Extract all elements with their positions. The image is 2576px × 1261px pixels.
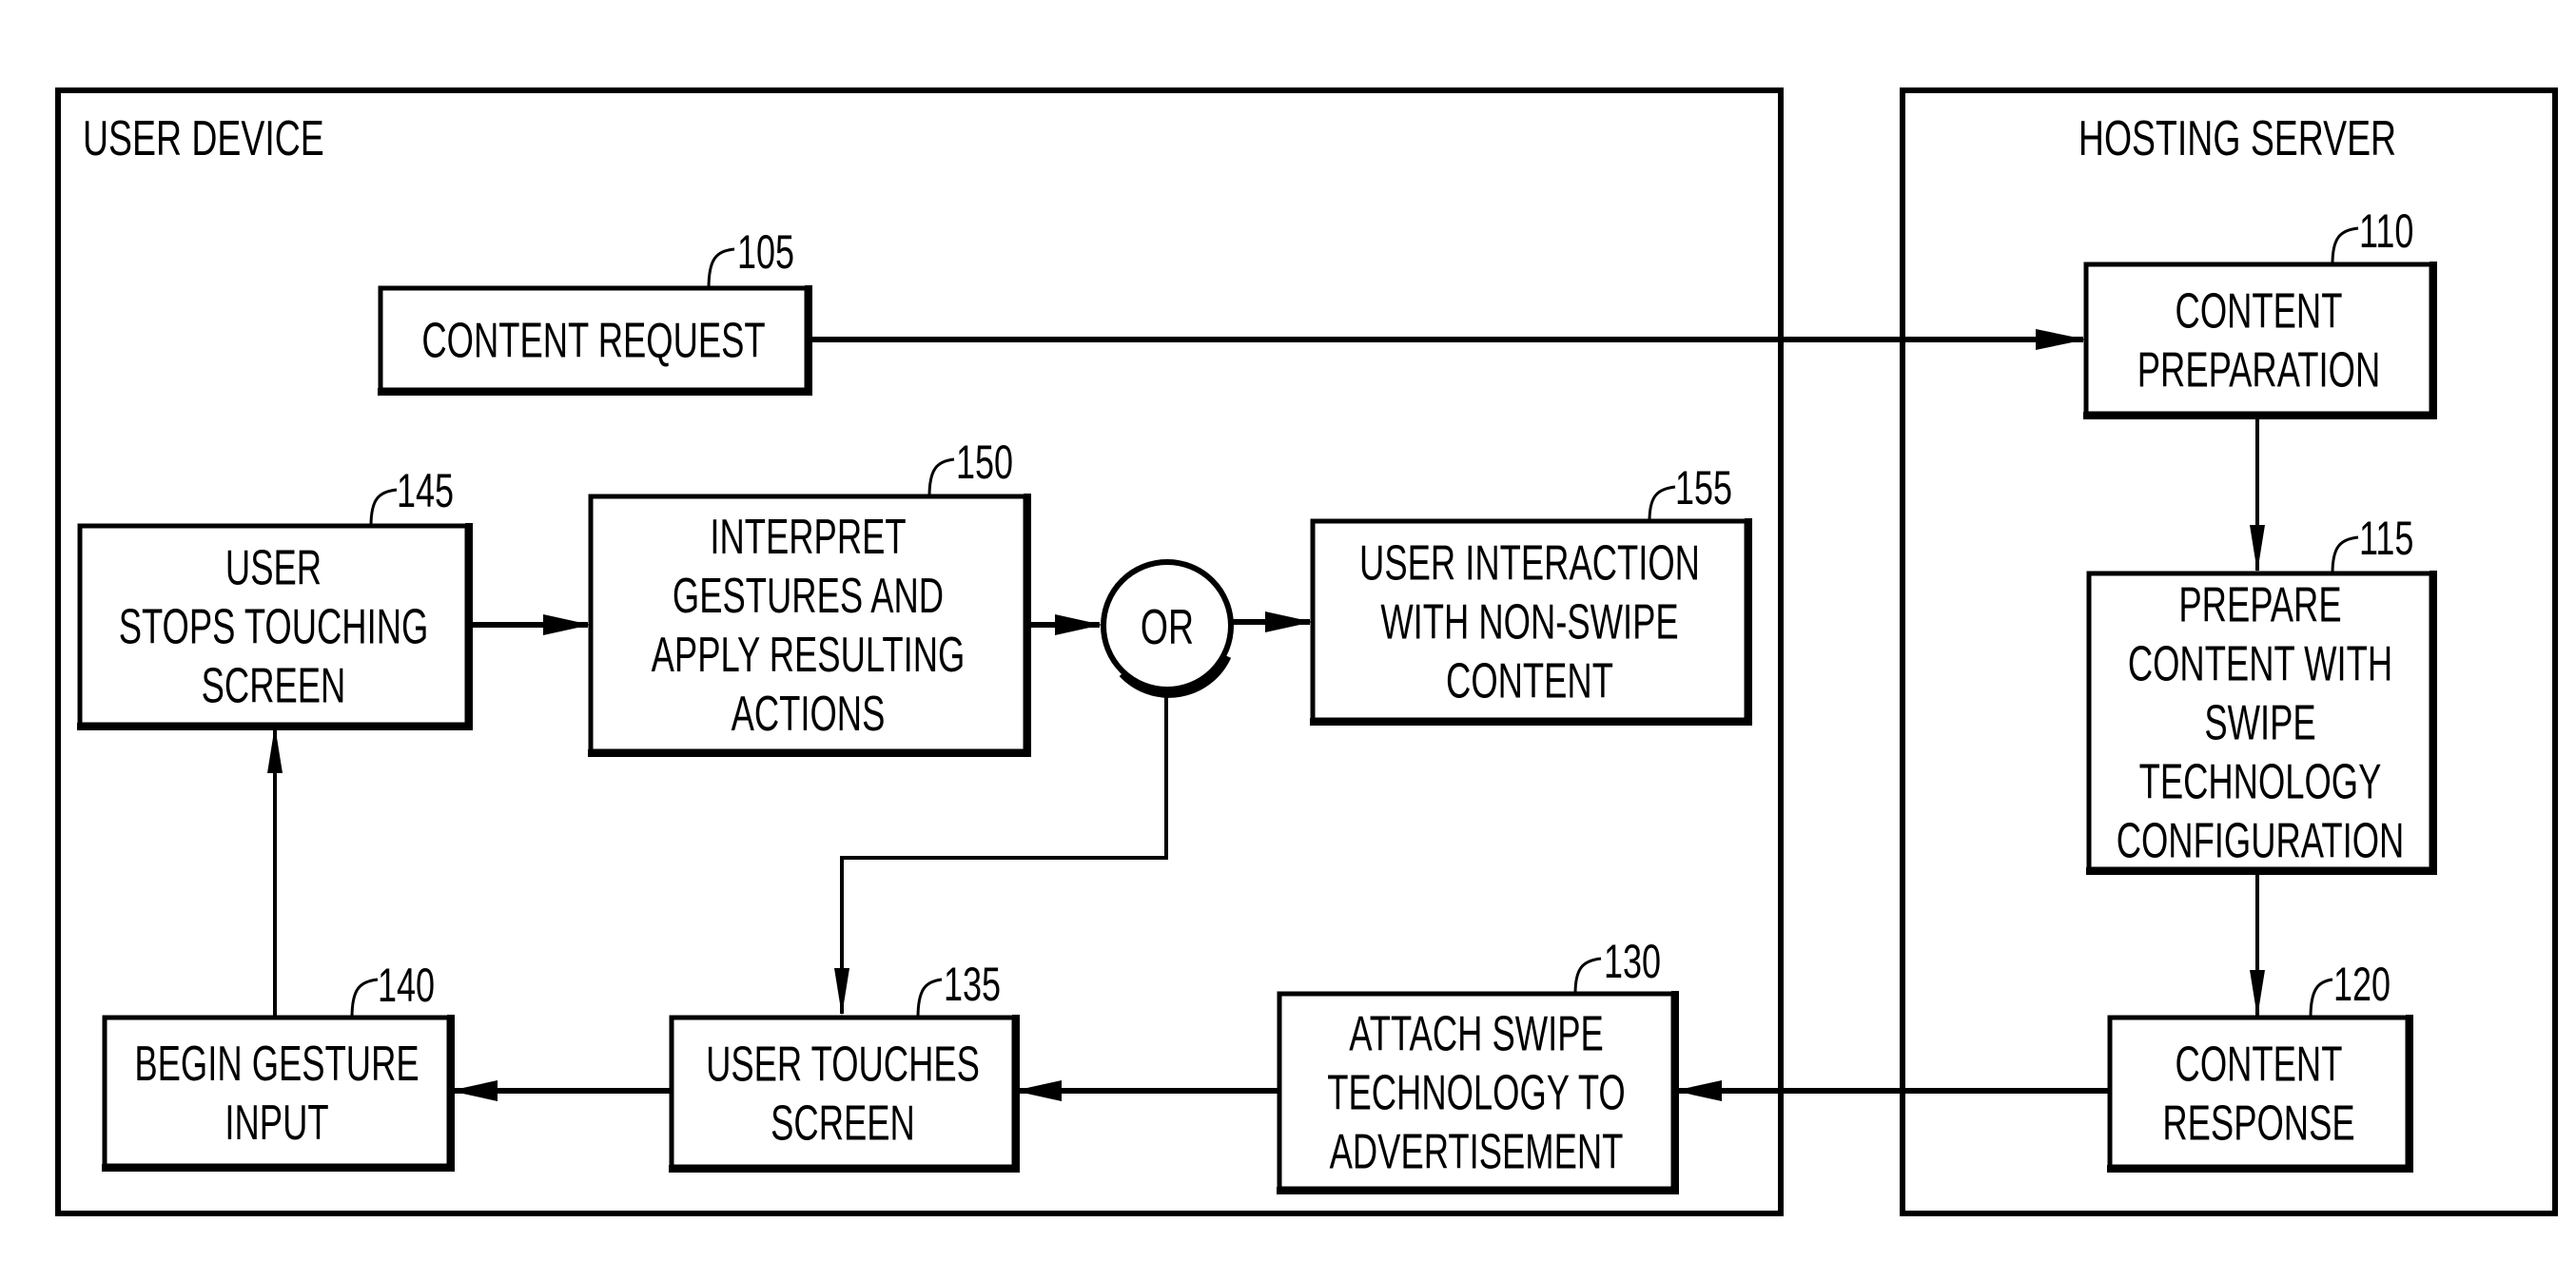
- flowchart-diagram: USER DEVICE HOSTING SERVER CONTENT REQUE…: [55, 87, 2558, 1216]
- process-box-label-line: TECHNOLOGY: [2139, 753, 2382, 809]
- reference-number-120: 120: [2333, 959, 2391, 1011]
- reference-number-135: 135: [944, 959, 1001, 1011]
- region-user-device-title: USER DEVICE: [83, 110, 324, 166]
- process-box-label-line: USER TOUCHES: [706, 1036, 980, 1092]
- process-box-105: CONTENT REQUEST 105: [378, 226, 812, 396]
- process-box-label-line: ACTIONS: [732, 685, 886, 741]
- decision-or: OR: [1101, 559, 1234, 698]
- arrowhead-135-to-140: [450, 1080, 498, 1101]
- process-box-150: INTERPRETGESTURES ANDAPPLY RESULTINGACTI…: [588, 436, 1031, 757]
- reference-number-105: 105: [737, 226, 794, 279]
- process-box-110: CONTENTPREPARATION 110: [2083, 205, 2437, 419]
- process-box-label-line: CONTENT WITH: [2128, 635, 2392, 691]
- process-box-label-line: RESPONSE: [2162, 1095, 2354, 1151]
- reference-number-150: 150: [956, 436, 1013, 489]
- process-box-145: USERSTOPS TOUCHINGSCREEN 145: [77, 465, 473, 730]
- arrowhead-115-to-120: [2250, 970, 2265, 1018]
- process-box-label-line: GESTURES AND: [673, 567, 944, 623]
- arrowhead-105-to-110: [2036, 329, 2086, 350]
- process-nodes: CONTENT REQUEST105CONTENTPREPARATION110P…: [77, 205, 2437, 1194]
- arrowhead-or-to-155: [1265, 611, 1313, 632]
- connectors: [267, 329, 2265, 1101]
- reference-leader-line: [1648, 485, 1676, 522]
- process-box-label-line: CONTENT: [2176, 282, 2343, 339]
- process-box-label-line: WITH NON-SWIPE: [1380, 593, 1678, 650]
- reference-leader-line: [916, 978, 943, 1018]
- reference-number-140: 140: [378, 960, 435, 1012]
- process-box-label-line: CONFIGURATION: [2117, 812, 2405, 868]
- process-box-label-line: INTERPRET: [710, 508, 906, 564]
- or-label: OR: [1141, 599, 1194, 655]
- arrowhead-120-to-130: [1674, 1080, 1722, 1101]
- process-box-label-line: BEGIN GESTURE: [134, 1035, 419, 1091]
- process-box-label-line: ADVERTISEMENT: [1330, 1123, 1624, 1179]
- process-box-label-line: USER: [225, 539, 322, 595]
- reference-leader-line: [350, 978, 379, 1018]
- process-box-label-line: ATTACH SWIPE: [1349, 1005, 1604, 1061]
- reference-leader-line: [2309, 978, 2333, 1018]
- reference-leader-line: [369, 488, 398, 527]
- reference-number-145: 145: [397, 465, 454, 517]
- process-box-label-line: CONTENT: [1446, 652, 1613, 708]
- reference-leader-line: [2331, 535, 2359, 574]
- process-box-label-line: CONTENT REQUEST: [421, 312, 765, 368]
- process-box-label-line: PREPARE: [2178, 576, 2341, 632]
- process-box-label-line: PREPARATION: [2137, 341, 2380, 398]
- arrowhead-130-to-135: [1014, 1080, 1062, 1101]
- arrowhead-110-to-115: [2250, 525, 2265, 572]
- arrowhead-145-to-150: [543, 614, 591, 635]
- reference-number-130: 130: [1604, 936, 1661, 988]
- process-box-115: PREPARECONTENT WITHSWIPETECHNOLOGYCONFIG…: [2086, 513, 2437, 875]
- process-box-155: USER INTERACTIONWITH NON-SWIPECONTENT 155: [1310, 462, 1752, 726]
- process-box-label-line: APPLY RESULTING: [652, 626, 966, 682]
- process-box-label-line: SWIPE: [2204, 694, 2315, 750]
- process-box-label-line: STOPS TOUCHING: [119, 598, 429, 654]
- reference-leader-line: [707, 247, 735, 289]
- reference-number-110: 110: [2359, 205, 2413, 258]
- reference-number-115: 115: [2359, 513, 2413, 565]
- process-box-label-line: CONTENT: [2176, 1036, 2343, 1092]
- process-box-label-line: TECHNOLOGY TO: [1327, 1064, 1625, 1120]
- process-box-label-line: SCREEN: [771, 1095, 915, 1151]
- reference-leader-line: [927, 457, 955, 497]
- reference-leader-line: [2331, 226, 2359, 265]
- process-box-label-line: INPUT: [224, 1094, 328, 1150]
- process-box-label-line: USER INTERACTION: [1359, 534, 1700, 591]
- arrowhead-or-to-135: [834, 968, 849, 1016]
- process-box-130: ATTACH SWIPETECHNOLOGY TOADVERTISEMENT 13…: [1277, 936, 1679, 1194]
- reference-leader-line: [1573, 957, 1602, 995]
- process-box-label-line: SCREEN: [202, 657, 346, 713]
- region-hosting-server-title: HOSTING SERVER: [2078, 110, 2396, 166]
- arrowhead-150-to-or: [1055, 614, 1103, 635]
- arrowhead-140-to-145: [267, 726, 283, 773]
- reference-number-155: 155: [1675, 462, 1732, 514]
